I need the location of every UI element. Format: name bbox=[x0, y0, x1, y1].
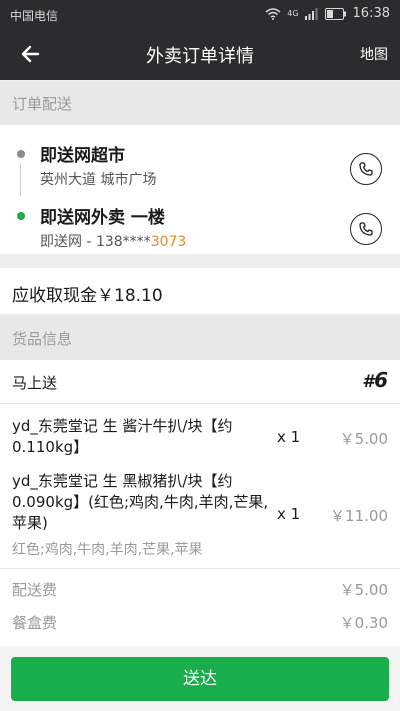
route-connector bbox=[20, 163, 21, 196]
status-bar: 中国电信 4G 16:38 bbox=[0, 0, 400, 28]
goods-section-header: 货品信息 bbox=[0, 316, 400, 360]
carrier-name: 中国电信 bbox=[10, 9, 59, 23]
item-price: ￥5.00 bbox=[339, 430, 388, 448]
fee-label: 餐盒费 bbox=[12, 614, 58, 632]
item-name: yd_东莞堂记 生 黑椒猪扒/块【约0.090kg】(红色;鸡肉,牛肉,羊肉,芒… bbox=[12, 472, 269, 532]
dropoff-phone-masked: 即送网 - 138**** bbox=[40, 234, 151, 250]
cash-to-collect: 应收取现金￥18.10 bbox=[0, 268, 400, 314]
phone-icon bbox=[359, 162, 373, 176]
item-name: yd_东莞堂记 生 酱汁牛扒/块【约0.110kg】 bbox=[12, 417, 233, 456]
network-type: 4G bbox=[287, 9, 299, 18]
pickup-stop: 即送网超市 英州大道 城市广场 bbox=[0, 139, 400, 195]
order-number-value: 6 bbox=[374, 368, 388, 392]
item-spec: 红色;鸡肉,牛肉,羊肉,芒果,苹果 bbox=[12, 542, 203, 558]
item-price: ￥11.00 bbox=[330, 507, 388, 525]
fee-value: ￥5.00 bbox=[339, 581, 388, 599]
bottom-bar: 送达 bbox=[0, 646, 400, 711]
dropoff-stop: 即送网外卖 一楼 即送网 - 138****3073 bbox=[0, 201, 400, 257]
delivery-section-header: 订单配送 bbox=[0, 81, 400, 125]
order-number: #6 bbox=[362, 368, 388, 392]
box-fee-row: 餐盒费 ￥0.30 bbox=[0, 608, 400, 638]
page-title: 外卖订单详情 bbox=[146, 46, 254, 67]
goods-list: 马上送 #6 yd_东莞堂记 生 酱汁牛扒/块【约0.110kg】 x 1 ￥5… bbox=[0, 360, 400, 646]
item-qty: x 1 bbox=[277, 505, 301, 523]
battery-icon bbox=[324, 7, 346, 20]
pickup-name: 即送网超市 bbox=[40, 146, 125, 166]
dropoff-phone-tail: 3073 bbox=[150, 234, 187, 250]
pickup-address: 英州大道 城市广场 bbox=[40, 172, 157, 188]
fee-label: 配送费 bbox=[12, 581, 58, 599]
clock: 16:38 bbox=[352, 6, 390, 21]
list-item: yd_东莞堂记 生 酱汁牛扒/块【约0.110kg】 x 1 ￥5.00 bbox=[0, 416, 400, 462]
phone-icon bbox=[359, 222, 373, 236]
call-pickup-button[interactable] bbox=[350, 153, 382, 185]
list-item: yd_东莞堂记 生 黑椒猪扒/块【约0.090kg】(红色;鸡肉,牛肉,羊肉,芒… bbox=[0, 471, 400, 563]
signal-icon bbox=[304, 7, 318, 20]
dropoff-contact: 即送网 - 138****3073 bbox=[40, 231, 186, 251]
call-dropoff-button[interactable] bbox=[350, 213, 382, 245]
status-icons: 4G 16:38 bbox=[265, 6, 390, 21]
map-button[interactable]: 地图 bbox=[360, 44, 388, 64]
nav-bar: 外卖订单详情 地图 bbox=[0, 28, 400, 80]
divider bbox=[0, 568, 400, 569]
wifi-icon bbox=[265, 7, 281, 20]
item-qty: x 1 bbox=[277, 428, 301, 446]
fee-value: ￥0.30 bbox=[339, 614, 388, 632]
delivery-mode-label: 马上送 bbox=[12, 374, 58, 392]
delivery-route: 即送网超市 英州大道 城市广场 即送网外卖 一楼 即送网 - 138****30… bbox=[0, 125, 400, 254]
pickup-dot bbox=[17, 150, 25, 158]
dropoff-name: 即送网外卖 一楼 bbox=[40, 208, 165, 228]
dropoff-dot bbox=[17, 212, 25, 220]
order-number-hash: # bbox=[362, 372, 375, 392]
delivery-fee-row: 配送费 ￥5.00 bbox=[0, 575, 400, 605]
deliver-button[interactable]: 送达 bbox=[11, 657, 389, 701]
delivery-mode-row: 马上送 #6 bbox=[0, 360, 400, 404]
